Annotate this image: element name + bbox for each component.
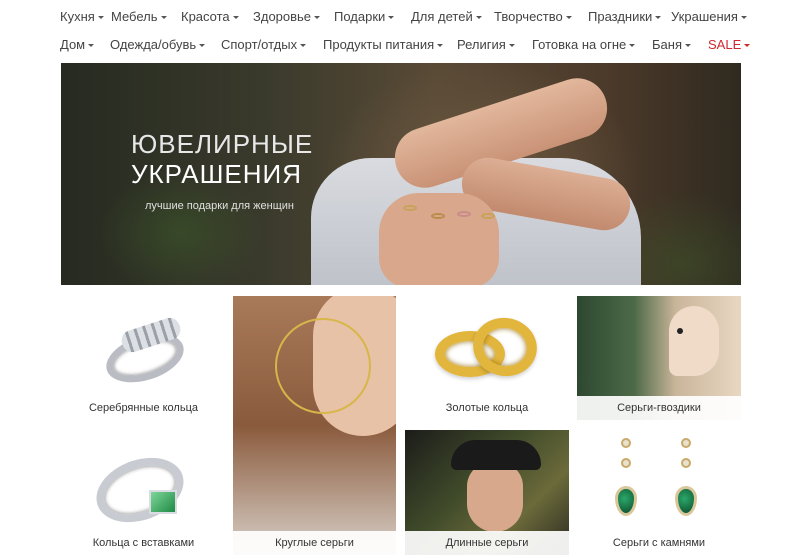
hero-photo-hand [379, 193, 499, 285]
chevron-down-icon [629, 44, 636, 48]
earring-top-shape [621, 438, 631, 448]
nav-item-gifts[interactable]: Подарки [334, 3, 395, 31]
chevron-down-icon [388, 16, 395, 20]
chevron-down-icon [475, 16, 482, 20]
chevron-down-icon [300, 44, 307, 48]
nav-item-label: Праздники [588, 9, 653, 24]
ear-shape [669, 306, 719, 376]
category-tile-stone-earrings[interactable]: Серьги с камнями [577, 430, 741, 555]
nav-item-holidays[interactable]: Праздники [588, 3, 662, 31]
model-face-shape [467, 462, 523, 532]
nav-item-label: Украшения [671, 9, 738, 24]
nav-item-fire-cooking[interactable]: Готовка на огне [532, 31, 636, 59]
nav-item-label: Одежда/обувь [110, 37, 197, 52]
tile-label: Золотые кольца [405, 396, 569, 420]
nav-item-label: Религия [457, 37, 506, 52]
nav-item-sale[interactable]: SALE [708, 31, 751, 59]
tile-label: Длинные серьги [405, 531, 569, 555]
ring-icon [403, 205, 417, 211]
nav-item-label: Готовка на огне [532, 37, 627, 52]
category-tile-hoop-earrings[interactable]: Круглые серьги [233, 296, 396, 555]
model-cap-shape [451, 440, 541, 470]
nav-item-label: Для детей [411, 9, 473, 24]
nav-item-label: Красота [181, 9, 230, 24]
chevron-down-icon [508, 44, 515, 48]
chevron-down-icon [314, 16, 321, 20]
tile-label: Круглые серьги [233, 531, 396, 555]
hero-title-line-2: УКРАШЕНИЯ [131, 159, 303, 189]
nav-item-kitchen[interactable]: Кухня [60, 3, 104, 31]
nav-item-label: Кухня [60, 9, 95, 24]
nav-item-kids[interactable]: Для детей [411, 3, 482, 31]
nav-item-label: SALE [708, 37, 742, 52]
chevron-down-icon [565, 16, 572, 20]
nav-item-crafts[interactable]: Творчество [494, 3, 572, 31]
earring-top-shape [681, 458, 691, 468]
chevron-down-icon [232, 16, 239, 20]
earring-top-shape [681, 438, 691, 448]
nav-item-religion[interactable]: Религия [457, 31, 515, 59]
category-tile-silver-rings[interactable]: Серебрянные кольца [61, 296, 226, 420]
emerald-drop-shape [675, 486, 697, 516]
chevron-down-icon [684, 44, 691, 48]
nav-item-bath[interactable]: Баня [652, 31, 691, 59]
nav-item-label: Дом [60, 37, 86, 52]
stud-earring-shape [677, 328, 683, 334]
nav-item-beauty[interactable]: Красота [181, 3, 239, 31]
tile-label: Серьги-гвоздики [577, 396, 741, 420]
hoop-earring-shape [275, 318, 371, 414]
emerald-drop-shape [615, 486, 637, 516]
category-tile-stud-earrings[interactable]: Серьги-гвоздики [577, 296, 741, 420]
ring-icon [481, 213, 495, 219]
nav-item-label: Здоровье [253, 9, 312, 24]
category-tile-rings-with-inserts[interactable]: Кольца с вставками [61, 430, 226, 555]
nav-item-label: Мебель [111, 9, 158, 24]
chevron-down-icon [160, 16, 167, 20]
chevron-down-icon [88, 44, 95, 48]
nav-item-label: Продукты питания [323, 37, 435, 52]
tile-label: Кольца с вставками [61, 531, 226, 555]
category-tile-gold-rings[interactable]: Золотые кольца [405, 296, 569, 420]
category-nav-row-1: Кухня Мебель Красота Здоровье Подарки Дл… [0, 3, 800, 31]
nav-item-jewelry[interactable]: Украшения [671, 3, 747, 31]
nav-item-sport[interactable]: Спорт/отдых [221, 31, 307, 59]
nav-item-clothing[interactable]: Одежда/обувь [110, 31, 206, 59]
earring-top-shape [621, 458, 631, 468]
nav-item-label: Творчество [494, 9, 563, 24]
category-nav-row-2: Дом Одежда/обувь Спорт/отдых Продукты пи… [0, 31, 800, 59]
chevron-down-icon [740, 16, 747, 20]
hero-subtitle: лучшие подарки для женщин [145, 200, 294, 212]
nav-item-furniture[interactable]: Мебель [111, 3, 167, 31]
nav-item-food[interactable]: Продукты питания [323, 31, 444, 59]
ring-icon [431, 213, 445, 219]
green-gem-shape [149, 490, 177, 514]
chevron-down-icon [744, 44, 751, 48]
chevron-down-icon [655, 16, 662, 20]
chevron-down-icon [437, 44, 444, 48]
nav-item-label: Подарки [334, 9, 386, 24]
nav-item-label: Спорт/отдых [221, 37, 298, 52]
hoop-earring-image [233, 296, 396, 555]
hero-banner[interactable]: ЮВЕЛИРНЫЕ УКРАШЕНИЯ лучшие подарки для ж… [61, 63, 741, 285]
tile-label: Серебрянные кольца [61, 396, 226, 420]
hero-title-line-1: ЮВЕЛИРНЫЕ [131, 129, 314, 159]
tile-label: Серьги с камнями [577, 531, 741, 555]
nav-item-label: Баня [652, 37, 682, 52]
chevron-down-icon [97, 16, 104, 20]
nav-item-health[interactable]: Здоровье [253, 3, 321, 31]
category-tile-long-earrings[interactable]: Длинные серьги [405, 430, 569, 555]
nav-item-home[interactable]: Дом [60, 31, 95, 59]
ring-icon [457, 211, 471, 217]
chevron-down-icon [199, 44, 206, 48]
